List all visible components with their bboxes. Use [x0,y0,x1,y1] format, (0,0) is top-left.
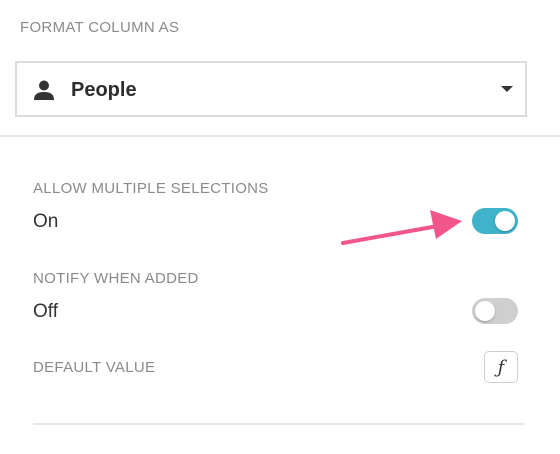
format-column-select[interactable]: People [15,61,527,117]
notify-when-added-label: NOTIFY WHEN ADDED [33,270,199,287]
notify-when-added-state: Off [33,301,58,322]
formula-button[interactable]: ƒ [484,351,518,383]
format-column-value: People [71,79,137,101]
allow-multiple-state: On [33,211,59,232]
toggle-knob [495,211,515,231]
section-divider [33,423,524,425]
function-icon: ƒ [497,356,505,378]
notify-when-added-toggle[interactable] [472,298,518,324]
format-column-label: FORMAT COLUMN AS [20,19,180,36]
person-icon [34,80,54,100]
toggle-knob [475,301,495,321]
chevron-down-icon [501,86,513,92]
column-format-panel: FORMAT COLUMN AS People ALLOW MULTIPLE S… [0,0,560,454]
default-value-label: DEFAULT VALUE [33,359,156,376]
allow-multiple-toggle[interactable] [472,208,518,234]
section-divider [0,135,560,137]
allow-multiple-label: ALLOW MULTIPLE SELECTIONS [33,180,269,197]
